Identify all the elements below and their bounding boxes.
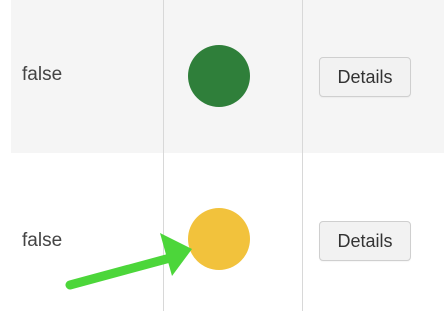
value-cell: false: [22, 64, 63, 85]
column-divider: [302, 0, 303, 311]
column-divider: [163, 0, 164, 311]
row-separator: [11, 153, 444, 168]
status-indicator-green: [188, 45, 250, 107]
table-row: false Details: [11, 0, 444, 153]
details-button[interactable]: Details: [319, 221, 411, 261]
status-indicator-yellow: [188, 208, 250, 270]
value-cell: false: [22, 230, 63, 251]
results-table: false Details false Details: [0, 0, 444, 311]
table-row: false Details: [11, 168, 444, 311]
details-button[interactable]: Details: [319, 57, 411, 97]
